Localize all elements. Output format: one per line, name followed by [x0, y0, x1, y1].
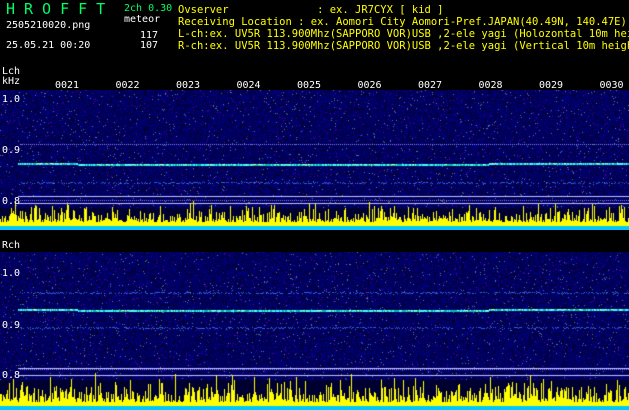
rch-freq-tick: 0.8: [2, 370, 21, 381]
location-info: Receiving Location : ex. Aomori City Aom…: [178, 16, 627, 28]
file-name: 2505210020.png: [6, 20, 91, 31]
rch-freq-tick: 0.9: [2, 320, 21, 331]
lch-freq-tick: 1.0: [2, 94, 21, 105]
lch-freq-tick: 0.8: [2, 196, 21, 207]
rch-label: Rch: [2, 240, 21, 251]
rch-freq-tick: 1.0: [2, 268, 21, 279]
timestamp: 25.05.21 00:20: [6, 40, 91, 51]
rch-info: R-ch:ex. UV5R 113.900Mhz(SAPPORO VOR)USB…: [178, 40, 629, 52]
lch-info: L-ch:ex. UV5R 113.900Mhz(SAPPORO VOR)USB…: [178, 28, 629, 40]
rch-spectrogram: [0, 252, 629, 410]
app-title: HROFFT: [6, 0, 115, 18]
lch-unit: kHz: [2, 76, 21, 87]
observer-info: Ovserver : ex. JR7CYX [ kid ]: [178, 4, 444, 16]
lch-spectrogram: [0, 90, 629, 230]
lch-freq-tick: 0.9: [2, 145, 21, 156]
mode-label: meteor: [124, 14, 161, 25]
rch-count: 107: [140, 40, 159, 51]
